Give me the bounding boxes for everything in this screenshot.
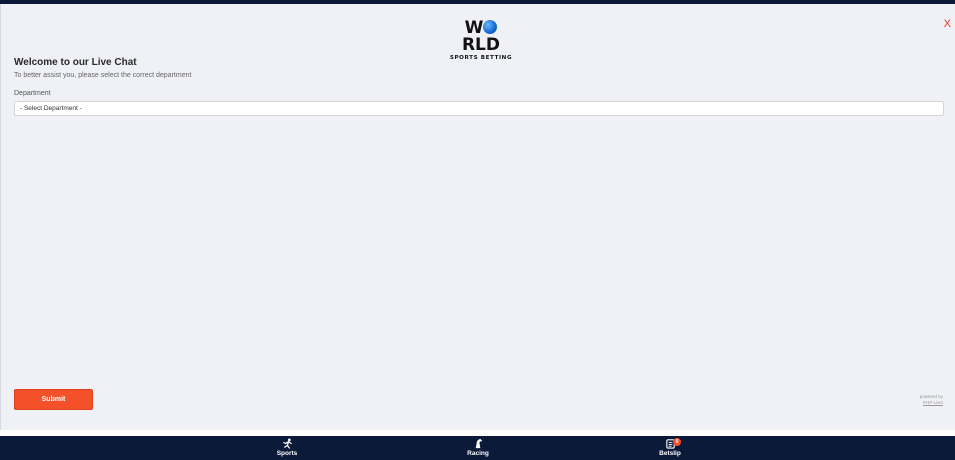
chat-subtitle: To better assist you, please select the … [14,72,192,79]
nav-racing-label: Racing [467,450,489,457]
nav-betslip-label: Betslip [659,450,681,457]
department-label: Department [14,90,51,97]
live-chat-panel: WRLD SPORTS BETTING X Welcome to our Liv… [0,4,955,430]
betslip-count-badge: 0 [673,438,681,446]
globe-icon [483,20,498,34]
world-sports-betting-logo: WRLD SPORTS BETTING [446,20,516,62]
submit-button[interactable]: Submit [14,389,93,410]
close-button[interactable]: X [944,18,951,30]
betslip-icon [640,438,700,449]
logo-wordmark: WRLD [461,18,501,55]
powered-by: powered by PHP Live! [920,394,943,406]
nav-sports-label: Sports [276,450,298,457]
nav-sports[interactable]: Sports [257,438,317,458]
php-live-link[interactable]: PHP Live! [920,400,943,406]
horse-icon [448,438,508,449]
logo-tagline: SPORTS BETTING [449,55,513,61]
nav-racing[interactable]: Racing [448,438,508,458]
nav-betslip[interactable]: 0 Betslip [640,438,700,458]
department-select[interactable]: - Select Department - [14,101,944,116]
runner-icon [257,438,317,449]
chat-title: Welcome to our Live Chat [14,57,137,68]
bottom-nav: Sports Racing 0 Betslip [0,436,955,460]
